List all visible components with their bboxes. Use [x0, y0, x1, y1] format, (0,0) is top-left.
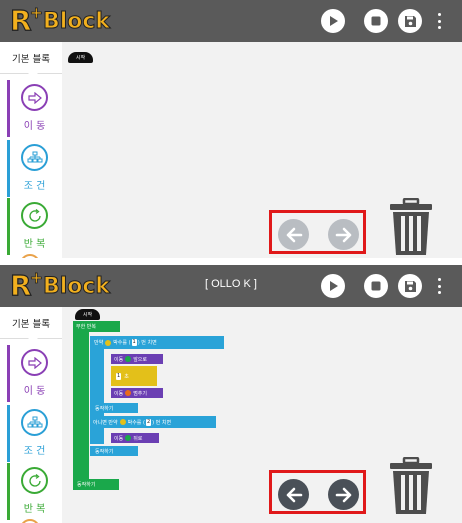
clap-sensor-icon: [105, 339, 112, 346]
next-button[interactable]: [328, 479, 359, 510]
if-end: 동작하기: [90, 403, 138, 413]
move-arrow-icon: [21, 349, 48, 376]
app-title: [ OLLO K ]: [205, 278, 257, 290]
arrow-right-icon: [335, 227, 351, 242]
next-button[interactable]: [328, 219, 359, 250]
block-palette: 기본 블록 이 동 조 건 반 복: [0, 42, 62, 258]
play-button[interactable]: [321, 9, 345, 33]
wait-seconds-input[interactable]: 1: [116, 372, 122, 380]
clap-count-input[interactable]: 1: [131, 339, 137, 346]
repeat-icon: [21, 467, 48, 494]
move-forward-block[interactable]: 이동 앞으로: [111, 354, 163, 364]
trash-icon[interactable]: [387, 457, 435, 515]
app-screen-top: R + Block 기본 블록 이 동 조 건 반 복 시작: [0, 0, 462, 258]
elseif-clap-block[interactable]: 아니면 만약 박수를 ( 2 ) 번 치면: [90, 416, 216, 428]
block-palette: 기본 블록 이 동 조 건 반 복: [0, 307, 62, 523]
save-icon: [404, 280, 416, 292]
stop-button[interactable]: [364, 9, 388, 33]
clap-count-input[interactable]: 2: [145, 418, 152, 426]
category-condition[interactable]: 조 건: [7, 405, 62, 462]
repeat-icon: [21, 202, 48, 229]
app-bar: R + Block [ OLLO K ]: [0, 265, 462, 307]
tab-basic-blocks[interactable]: 기본 블록: [0, 307, 62, 339]
move-arrow-icon: [21, 84, 48, 111]
forever-loop-block[interactable]: 무한 반복: [73, 321, 120, 332]
move-back-block[interactable]: 이동 뒤로: [111, 433, 159, 443]
more-menu-button[interactable]: [436, 276, 442, 296]
if-spine: [90, 349, 104, 444]
stop-button[interactable]: [364, 274, 388, 298]
more-menu-button[interactable]: [436, 11, 442, 31]
app-bar: R + Block: [0, 0, 462, 42]
stop-icon: [371, 281, 381, 291]
tab-basic-blocks[interactable]: 기본 블록: [0, 42, 62, 74]
forever-loop-spine: [73, 332, 89, 484]
arrow-left-icon: [286, 227, 302, 242]
prev-button[interactable]: [278, 479, 309, 510]
forever-loop-end: 동작하기: [73, 479, 119, 490]
arrow-right-icon: [335, 487, 351, 502]
wait-block[interactable]: 1 초: [111, 366, 157, 386]
start-block[interactable]: 시작: [68, 52, 93, 63]
category-repeat[interactable]: 반 복: [7, 198, 62, 255]
prev-button[interactable]: [278, 219, 309, 250]
category-move[interactable]: 이 동: [7, 345, 62, 402]
elseif-end: 동작하기: [90, 446, 138, 456]
arrow-left-icon: [286, 487, 302, 502]
stop-move-icon: [125, 390, 132, 396]
forward-icon: [125, 356, 132, 362]
play-icon: [330, 281, 338, 291]
category-condition[interactable]: 조 건: [7, 140, 62, 197]
rblock-logo: R + Block: [9, 2, 111, 37]
stop-icon: [371, 16, 381, 26]
block-workspace[interactable]: 시작 무한 반복 동작하기 만약 박수를 ( 1 ) 번 치면 이동 앞으로 1…: [62, 307, 462, 523]
app-screen-bottom: R + Block [ OLLO K ] 기본 블록 이 동 조 건 반 복 시…: [0, 265, 462, 523]
clap-sensor-icon: [119, 419, 126, 425]
category-move[interactable]: 이 동: [7, 80, 62, 137]
category-repeat[interactable]: 반 복: [7, 463, 62, 520]
if-clap-block[interactable]: 만약 박수를 ( 1 ) 번 치면: [90, 336, 224, 349]
condition-tree-icon: [21, 144, 48, 171]
trash-icon[interactable]: [387, 198, 435, 256]
save-button[interactable]: [398, 9, 422, 33]
start-block[interactable]: 시작: [75, 309, 100, 320]
move-stop-block[interactable]: 이동 멈추기: [111, 388, 163, 398]
condition-tree-icon: [21, 409, 48, 436]
block-workspace[interactable]: 시작: [62, 42, 462, 258]
backward-icon: [125, 435, 132, 441]
play-icon: [330, 16, 338, 26]
save-button[interactable]: [398, 274, 422, 298]
save-icon: [404, 15, 416, 27]
play-button[interactable]: [321, 274, 345, 298]
